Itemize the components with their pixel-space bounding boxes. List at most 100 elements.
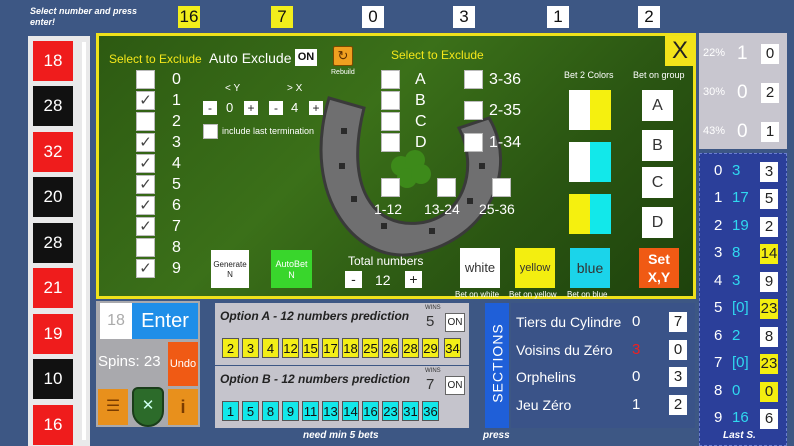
percent-big-value: 0 bbox=[737, 82, 748, 103]
generate-button[interactable]: Generate N bbox=[211, 250, 249, 288]
digit-label: 5 bbox=[172, 176, 181, 193]
digit-stat-count: 0 bbox=[732, 382, 741, 399]
top-number-1[interactable]: 16 bbox=[178, 6, 200, 28]
history-item[interactable]: 16 bbox=[33, 405, 73, 445]
range-checkbox[interactable] bbox=[464, 101, 483, 120]
x-plus-button[interactable]: + bbox=[309, 101, 323, 115]
info-icon: i bbox=[180, 397, 186, 417]
color-pair-white-yellow[interactable] bbox=[569, 90, 611, 130]
history-item[interactable]: 32 bbox=[33, 132, 73, 172]
digit-checkbox[interactable]: ✓ bbox=[136, 154, 155, 173]
footer-press: press bbox=[483, 430, 510, 441]
letter-checkbox[interactable] bbox=[381, 91, 400, 110]
dozen-checkbox[interactable] bbox=[437, 178, 456, 197]
history-item[interactable]: 20 bbox=[33, 177, 73, 217]
digit-stat-count: 19 bbox=[732, 217, 749, 234]
digit-label: 3 bbox=[172, 134, 181, 151]
top-number-3[interactable]: 0 bbox=[362, 6, 384, 28]
enter-button[interactable]: Enter bbox=[132, 303, 198, 339]
list-menu-button[interactable]: ☰ bbox=[98, 389, 128, 425]
digit-checkbox[interactable]: ✓ bbox=[136, 133, 155, 152]
bet-blue-button[interactable]: blue bbox=[570, 248, 610, 288]
percent-small-value: 1 bbox=[761, 122, 779, 142]
y-minus-button[interactable]: - bbox=[203, 101, 217, 115]
top-number-4[interactable]: 3 bbox=[453, 6, 475, 28]
group-button-a[interactable]: A bbox=[642, 90, 673, 121]
dozen-label: 1-12 bbox=[374, 201, 403, 217]
digit-stat-count: [0] bbox=[732, 299, 749, 316]
letter-checkbox[interactable] bbox=[381, 133, 400, 152]
digit-checkbox[interactable]: ✓ bbox=[136, 196, 155, 215]
autobet-button[interactable]: AutoBet N bbox=[271, 250, 312, 288]
auto-exclude-label: Auto Exclude bbox=[209, 50, 292, 66]
digit-stat-number: 4 bbox=[714, 272, 723, 289]
bet-white-button[interactable]: white bbox=[460, 248, 500, 288]
option-b-toggle[interactable]: ON bbox=[445, 376, 465, 395]
letter-checkbox[interactable] bbox=[381, 70, 400, 89]
total-minus-button[interactable]: - bbox=[345, 271, 362, 288]
top-number-5[interactable]: 1 bbox=[547, 6, 569, 28]
option-b-number: 23 bbox=[382, 401, 399, 421]
letter-checkbox[interactable] bbox=[381, 112, 400, 131]
digit-stat-count: 3 bbox=[732, 162, 741, 179]
set-xy-button[interactable]: Set X,Y bbox=[639, 248, 679, 288]
digit-stat-value: 0 bbox=[760, 382, 778, 402]
digit-checkbox[interactable] bbox=[136, 112, 155, 131]
dozen-checkbox[interactable] bbox=[381, 178, 400, 197]
group-button-c[interactable]: C bbox=[642, 167, 673, 198]
top-number-2[interactable]: 7 bbox=[271, 6, 293, 28]
option-b-number: 8 bbox=[262, 401, 279, 421]
include-last-checkbox[interactable] bbox=[203, 124, 218, 139]
rebuild-button[interactable]: ↻ bbox=[333, 46, 353, 66]
history-item[interactable]: 28 bbox=[33, 223, 73, 263]
group-button-d[interactable]: D bbox=[642, 207, 673, 238]
option-a-toggle[interactable]: ON bbox=[445, 313, 465, 332]
y-plus-button[interactable]: + bbox=[244, 101, 258, 115]
dozen-label: 25-36 bbox=[479, 201, 515, 217]
percent-big-value: 0 bbox=[737, 121, 748, 142]
history-item[interactable]: 21 bbox=[33, 268, 73, 308]
undo-button[interactable]: Undo bbox=[168, 342, 198, 386]
range-checkbox[interactable] bbox=[464, 70, 483, 89]
digit-label: 9 bbox=[172, 260, 181, 277]
digit-checkbox[interactable]: ✓ bbox=[136, 259, 155, 278]
option-a-number: 17 bbox=[322, 338, 339, 358]
number-input[interactable] bbox=[100, 303, 132, 339]
history-item[interactable]: 18 bbox=[33, 41, 73, 81]
digit-checkbox[interactable]: ✓ bbox=[136, 217, 155, 236]
color-pair-white-blue[interactable] bbox=[569, 142, 611, 182]
range-label: 2-35 bbox=[489, 102, 522, 119]
digit-stat-value: 14 bbox=[760, 244, 778, 264]
history-item[interactable]: 19 bbox=[33, 314, 73, 354]
letter-label: A bbox=[415, 71, 426, 88]
sections-label: SECTIONS bbox=[489, 323, 506, 403]
total-plus-button[interactable]: + bbox=[405, 271, 422, 288]
range-checkbox[interactable] bbox=[464, 133, 483, 152]
section-value: 0 bbox=[669, 340, 687, 360]
auto-exclude-toggle[interactable]: ON bbox=[295, 49, 317, 66]
digit-checkbox[interactable] bbox=[136, 70, 155, 89]
digit-checkbox[interactable]: ✓ bbox=[136, 91, 155, 110]
shield-button[interactable]: ✕ bbox=[132, 387, 164, 427]
bet-yellow-label: Bet on yellow bbox=[509, 290, 557, 299]
history-item[interactable]: 28 bbox=[33, 86, 73, 126]
color-pair-yellow-blue[interactable] bbox=[569, 194, 611, 234]
sections-tab[interactable]: SECTIONS bbox=[485, 303, 509, 428]
option-a-number: 18 bbox=[342, 338, 359, 358]
group-button-b[interactable]: B bbox=[642, 130, 673, 161]
close-button[interactable]: X bbox=[665, 36, 695, 66]
list-icon: ☰ bbox=[105, 398, 121, 415]
x-minus-button[interactable]: - bbox=[269, 101, 283, 115]
input-area: Enter Spins: 23 Undo ☰ ✕ i bbox=[96, 301, 200, 427]
digit-label: 1 bbox=[172, 92, 181, 109]
digit-checkbox[interactable]: ✓ bbox=[136, 175, 155, 194]
bet-yellow-button[interactable]: yellow bbox=[515, 248, 555, 288]
history-item[interactable]: 10 bbox=[33, 359, 73, 399]
shield-icon: ✕ bbox=[141, 397, 155, 414]
info-button[interactable]: i bbox=[168, 389, 198, 425]
digit-checkbox[interactable] bbox=[136, 238, 155, 257]
history-scrollbar[interactable] bbox=[82, 42, 86, 440]
top-number-6[interactable]: 2 bbox=[638, 6, 660, 28]
section-name: Tiers du Cylindre bbox=[516, 314, 622, 330]
dozen-checkbox[interactable] bbox=[492, 178, 511, 197]
